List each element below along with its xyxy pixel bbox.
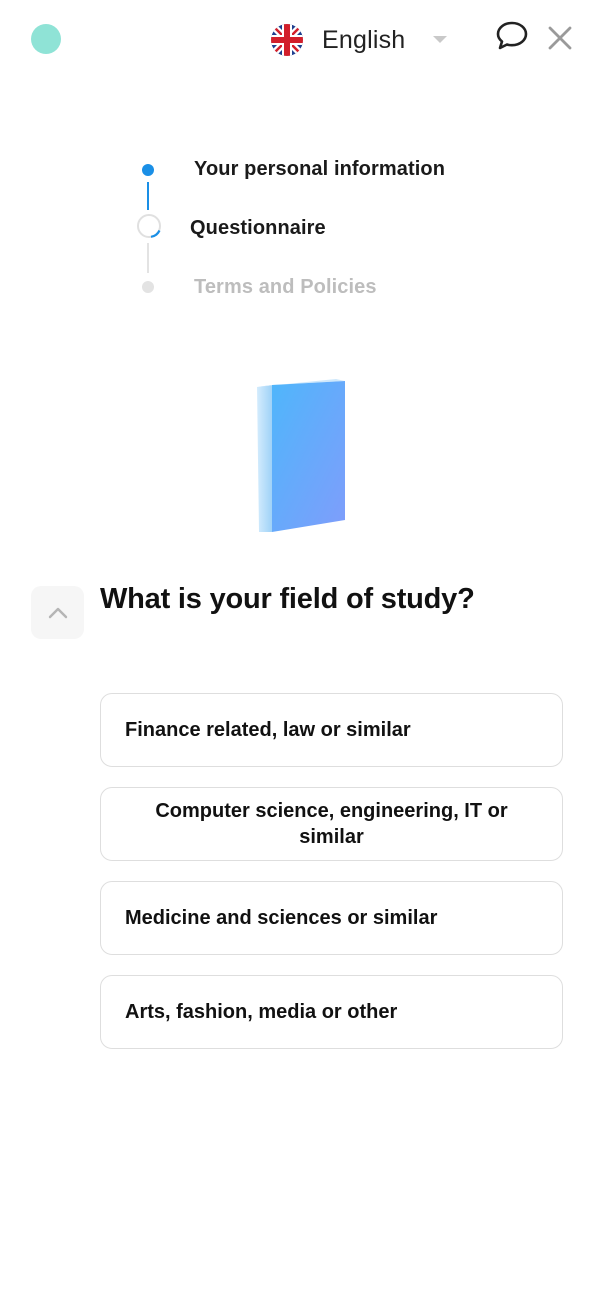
option-computer-science[interactable]: Computer science, engineering, IT or sim… bbox=[100, 787, 563, 861]
step-personal-information: Your personal information bbox=[194, 158, 446, 180]
answer-options: Finance related, law or similar Computer… bbox=[100, 693, 563, 1069]
step-questionnaire: Questionnaire bbox=[190, 217, 326, 239]
step-1-dot bbox=[142, 164, 154, 176]
option-finance[interactable]: Finance related, law or similar bbox=[100, 693, 563, 767]
chevron-up-icon bbox=[48, 607, 67, 618]
step-terms-policies: Terms and Policies bbox=[194, 276, 377, 298]
caret-down-icon bbox=[433, 36, 447, 43]
question-title: What is your field of study? bbox=[100, 583, 475, 615]
stepper-track bbox=[137, 164, 161, 293]
step-3-dot bbox=[142, 281, 154, 293]
option-medicine[interactable]: Medicine and sciences or similar bbox=[100, 881, 563, 955]
book-icon bbox=[257, 379, 345, 532]
language-label: English bbox=[322, 25, 406, 54]
back-button[interactable] bbox=[31, 586, 84, 639]
language-selector[interactable]: English bbox=[270, 20, 447, 60]
close-icon[interactable] bbox=[547, 25, 573, 51]
chat-bubble-icon[interactable] bbox=[495, 20, 529, 52]
uk-flag-icon bbox=[271, 24, 303, 56]
app-logo bbox=[31, 24, 61, 54]
option-arts[interactable]: Arts, fashion, media or other bbox=[100, 975, 563, 1049]
